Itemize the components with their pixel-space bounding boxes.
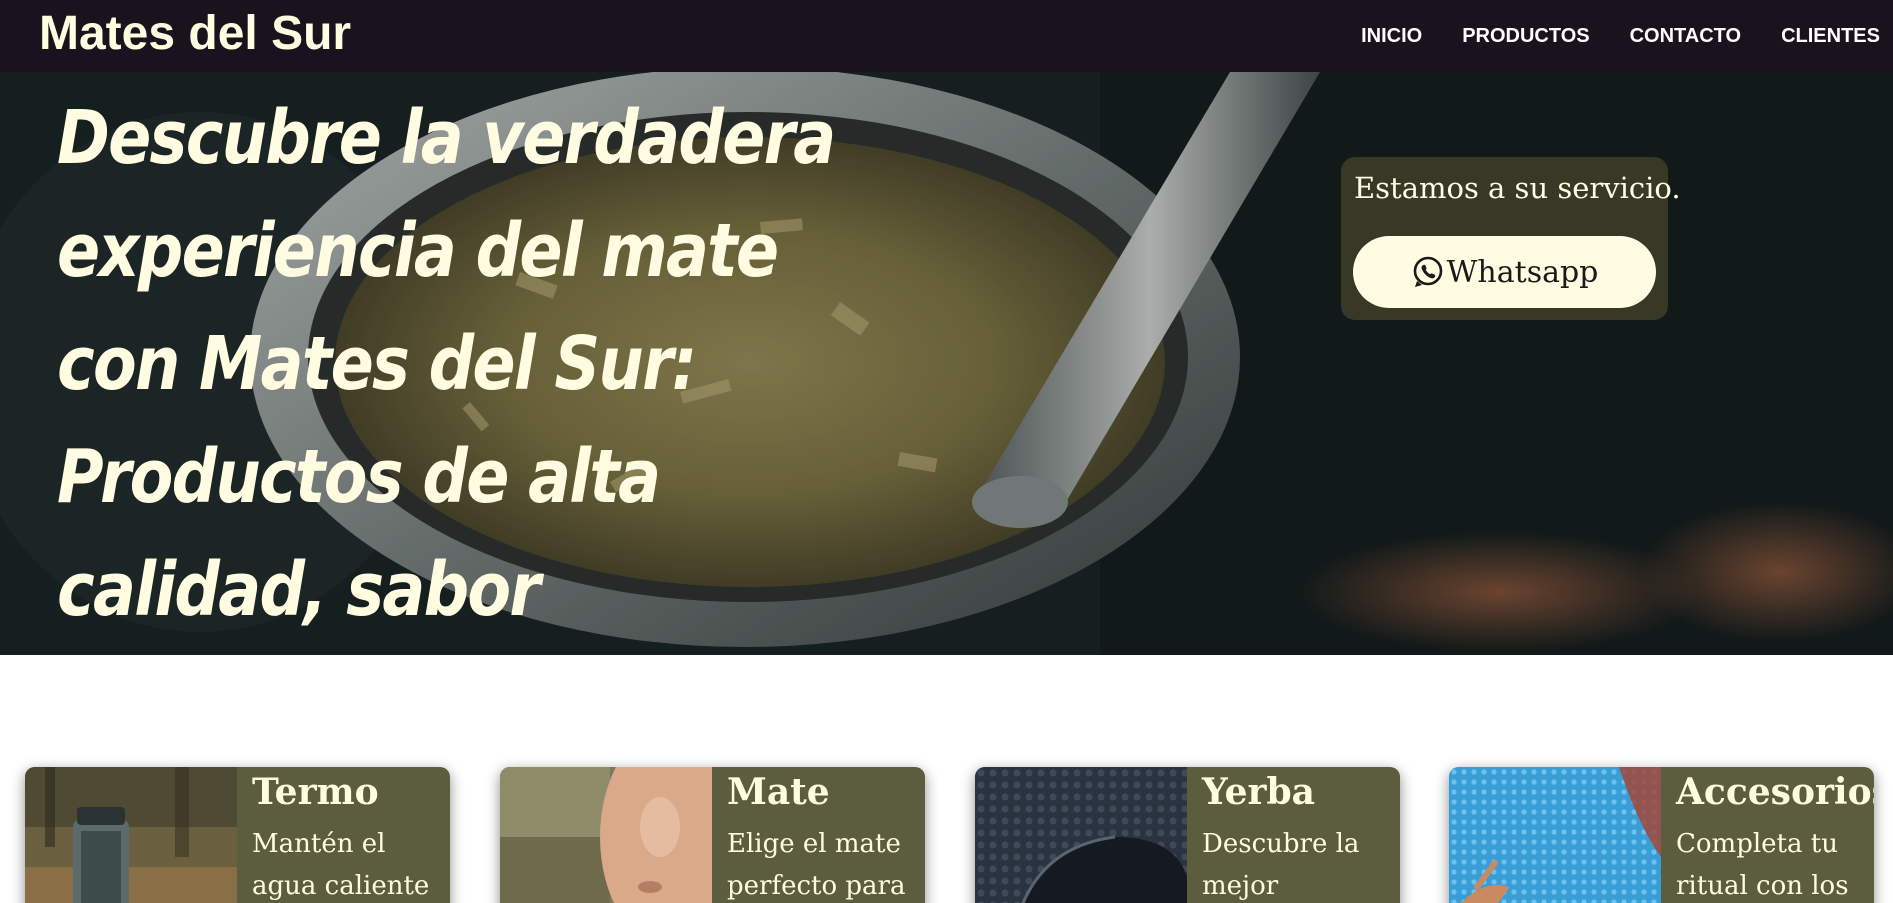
contact-box: Estamos a su servicio. Whatsapp bbox=[1341, 157, 1681, 320]
nav-link-productos[interactable]: PRODUCTOS bbox=[1462, 25, 1589, 48]
nav-link-inicio[interactable]: INICIO bbox=[1361, 25, 1422, 48]
product-card-yerba[interactable]: Yerba Descubre la mejor bbox=[975, 767, 1400, 903]
nav-link-clientes[interactable]: CLIENTES bbox=[1781, 25, 1880, 48]
product-description: Elige el mate perfecto para bbox=[727, 829, 906, 901]
product-card-termo[interactable]: Termo Mantén el agua caliente bbox=[25, 767, 450, 903]
service-text: Estamos a su servicio. bbox=[1354, 171, 1681, 205]
product-title: Accesorios bbox=[1676, 771, 1874, 813]
product-description: Mantén el agua caliente bbox=[252, 829, 430, 901]
whatsapp-icon bbox=[1413, 256, 1442, 287]
product-title: Mate bbox=[727, 771, 830, 813]
nav-link-contacto[interactable]: CONTACTO bbox=[1630, 25, 1741, 48]
product-description: Descubre la mejor bbox=[1202, 829, 1360, 901]
product-title: Termo bbox=[252, 771, 379, 813]
brand-logo[interactable]: Mates del Sur bbox=[39, 4, 351, 64]
accesorios-image bbox=[1449, 767, 1661, 903]
mate-image bbox=[500, 767, 712, 903]
hero-section: Descubre la verdadera experiencia del ma… bbox=[0, 72, 1893, 655]
whatsapp-button[interactable]: Whatsapp bbox=[1353, 236, 1656, 308]
product-title: Yerba bbox=[1202, 771, 1315, 813]
termo-image bbox=[25, 767, 237, 903]
hero-title: Descubre la verdadera experiencia del ma… bbox=[57, 95, 836, 633]
product-card-mate[interactable]: Mate Elige el mate perfecto para bbox=[500, 767, 925, 903]
nav-links: INICIO PRODUCTOS CONTACTO CLIENTES bbox=[1321, 0, 1880, 72]
product-description: Completa tu ritual con los bbox=[1676, 829, 1849, 901]
whatsapp-label: Whatsapp bbox=[1446, 254, 1599, 290]
yerba-image bbox=[975, 767, 1187, 903]
navbar: Mates del Sur INICIO PRODUCTOS CONTACTO … bbox=[0, 0, 1893, 72]
product-card-accesorios[interactable]: Accesorios Completa tu ritual con los bbox=[1449, 767, 1874, 903]
